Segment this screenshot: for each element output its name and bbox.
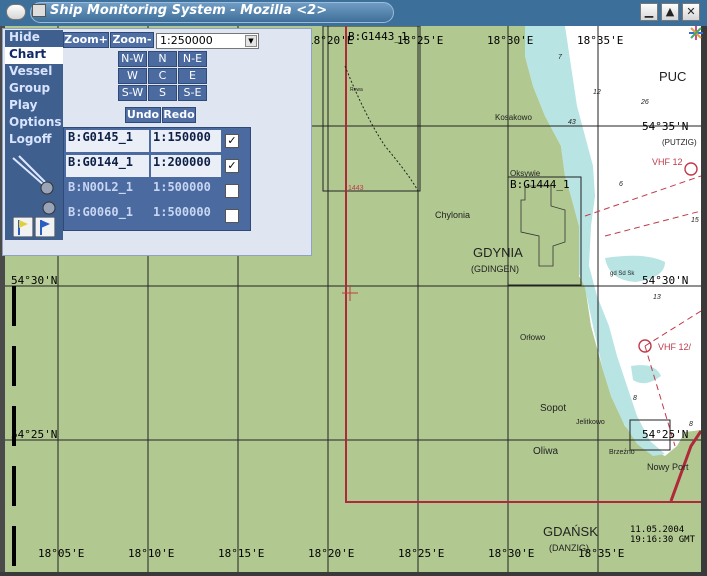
pan-sw-button[interactable]: S-W [118, 85, 147, 101]
pan-n-button[interactable]: N [148, 51, 177, 67]
place-rewa: Rewa [350, 87, 363, 93]
lon-label-bottom-3: 18°20'E [308, 547, 354, 560]
chart-label-1: B:G1444_1 [510, 178, 570, 191]
nav-play[interactable]: Play [5, 98, 63, 115]
nav-group[interactable]: Group [5, 81, 63, 98]
window-menu-button[interactable] [6, 4, 26, 20]
pan-e-button[interactable]: E [178, 68, 207, 84]
window-title: Ship Monitoring System - Mozilla <2> [50, 3, 328, 18]
nav-hide[interactable]: Hide [5, 30, 63, 47]
bottom-note: gd Sd Sk [610, 271, 635, 277]
chart-scale: 1:200000 [151, 155, 221, 177]
title-bar: Ship Monitoring System - Mozilla <2> ▁ ▲… [0, 0, 707, 26]
lon-label-bottom-0: 18°05'E [38, 547, 84, 560]
center-button[interactable]: C [148, 68, 177, 84]
place-putzig: (PUTZIG) [662, 138, 697, 147]
depth-2: 26 [640, 99, 649, 106]
depth-1: 12 [593, 89, 601, 96]
nav-logoff[interactable]: Logoff [5, 132, 63, 149]
chart-checkbox[interactable]: ✓ [225, 159, 239, 173]
place-danzig: (DANZIG) [549, 543, 589, 553]
chart-checkbox[interactable]: ✓ [225, 134, 239, 148]
lon-label-bottom-2: 18°15'E [218, 547, 264, 560]
chart-scale: 1:150000 [151, 130, 221, 152]
chart-scale: 1:500000 [151, 205, 221, 227]
place-gdynia: GDYNIA [473, 245, 523, 260]
pan-ne-button[interactable]: N-E [178, 51, 207, 67]
nav-vessel[interactable]: Vessel [5, 64, 63, 81]
vhf-label-0: VHF 12 [652, 157, 683, 167]
timestamp-time: 19:16:30 GMT [630, 535, 696, 545]
vhf-label-1: VHF 12/ [658, 342, 692, 352]
depth-3: 43 [568, 119, 576, 126]
lat-label-left-0: 54°30'N [11, 274, 57, 287]
place-kosakowo: Kosakowo [495, 113, 532, 122]
lon-label-bottom-5: 18°30'E [488, 547, 534, 560]
pan-w-button[interactable]: W [118, 68, 147, 84]
flag-icon-1[interactable] [13, 217, 33, 237]
lon-label-bottom-4: 18°25'E [398, 547, 444, 560]
pan-s-button[interactable]: S [148, 85, 177, 101]
side-nav: Hide Chart Vessel Group Play Options Log… [5, 30, 63, 240]
chart-label-0: B:G1443_1 [348, 30, 408, 43]
depth-6: 8 [633, 395, 637, 402]
lon-label-bottom-1: 18°10'E [128, 547, 174, 560]
maximize-icon[interactable]: ▲ [661, 3, 679, 21]
place-sopot: Sopot [540, 403, 566, 414]
app-icon [32, 4, 46, 17]
place-nowy-port: Nowy Port [647, 462, 689, 472]
place-oliwa: Oliwa [533, 446, 558, 457]
chart-checkbox[interactable] [225, 184, 239, 198]
timestamp-date: 11.05.2004 [630, 525, 684, 535]
lon-label-top-0: 18°20'E [307, 34, 353, 47]
depth-7: 8 [689, 421, 693, 428]
lat-label-right-0: 54°35'N [642, 120, 688, 133]
scale-value: 1:250000 [160, 34, 213, 47]
app-logo-icon [689, 26, 703, 40]
place-jelitkowo: Jelitkowo [576, 419, 605, 426]
chart-scale: 1:500000 [151, 180, 221, 202]
undo-button[interactable]: Undo [125, 107, 161, 123]
place-chylonia: Chylonia [435, 210, 470, 220]
lon-label-top-2: 18°30'E [487, 34, 533, 47]
chevron-down-icon[interactable]: ▼ [245, 35, 257, 47]
lat-label-right-2: 54°25'N [642, 428, 688, 441]
place-gdansk: GDAŃSK [543, 524, 598, 539]
zoom-out-button[interactable]: Zoom- [110, 32, 154, 48]
pan-nw-button[interactable]: N-W [118, 51, 147, 67]
chart-name: B:G0060_1 [66, 205, 149, 227]
depth-4: 6 [619, 181, 623, 188]
redo-button[interactable]: Redo [162, 107, 196, 123]
harbour [520, 185, 566, 267]
place-gdingen: (GDINGEN) [471, 264, 519, 274]
chart-name: B:G0145_1 [66, 130, 149, 152]
right-border [701, 26, 707, 576]
waypoint-icon[interactable] [5, 200, 61, 216]
scale-select[interactable]: 1:250000 ▼ [156, 33, 259, 49]
depth-8: 15 [691, 217, 699, 224]
depth-5: 13 [653, 294, 661, 301]
bottom-border [0, 572, 707, 576]
chart-checkbox[interactable] [225, 209, 239, 223]
control-panel: Hide Chart Vessel Group Play Options Log… [2, 28, 312, 256]
chart-name: B:G0144_1 [66, 155, 149, 177]
minimize-icon[interactable]: ▁ [640, 3, 658, 21]
nav-options[interactable]: Options [5, 115, 63, 132]
nav-chart[interactable]: Chart [5, 47, 63, 64]
zoom-in-button[interactable]: Zoom+ [63, 32, 109, 48]
lat-label-left-1: 54°25'N [11, 428, 57, 441]
pan-se-button[interactable]: S-E [178, 85, 207, 101]
place-orlowo: Orłowo [520, 333, 546, 342]
place-oksywie: Oksywie [510, 169, 541, 178]
chart-number: 1443 [348, 185, 364, 192]
flag-icon-2[interactable] [35, 217, 55, 237]
lat-label-right-1: 54°30'N [642, 274, 688, 287]
vessel-tool-icon[interactable] [5, 152, 61, 202]
lon-label-top-3: 18°35'E [577, 34, 623, 47]
chart-list: B:G0145_1 1:150000 ✓ B:G0144_1 1:200000 … [63, 127, 251, 231]
place-brzezno: Brzeźno [609, 449, 635, 456]
chart-name: B:N0OL2_1 [66, 180, 149, 202]
place-puc: PUC [659, 69, 686, 84]
close-icon[interactable]: ✕ [682, 3, 700, 21]
